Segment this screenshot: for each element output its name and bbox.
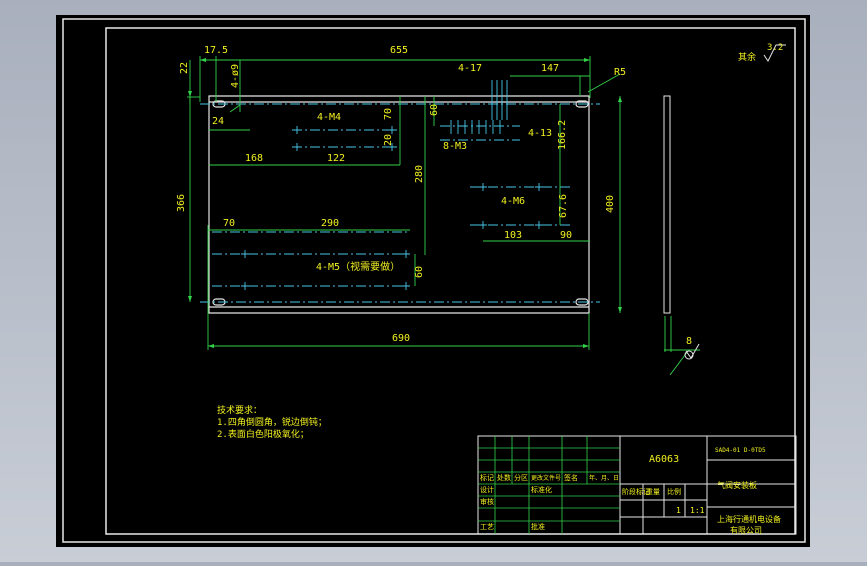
row-label-0: 标记 — [480, 473, 494, 482]
dim-90: 90 — [560, 230, 572, 241]
dim-366: 366 — [176, 194, 187, 212]
material: A6063 — [649, 454, 679, 465]
dim-60-lower: 60 — [414, 266, 425, 278]
cad-drawing-viewport: 17.5 655 22 4-ø9 4-17 147 R5 24 4-M4 60 … — [0, 0, 867, 562]
notes-line-1: 1.四角倒圆角，锐边倒钝； — [217, 416, 327, 428]
drawing-canvas: 17.5 655 22 4-ø9 4-17 147 R5 24 4-M4 60 … — [56, 15, 810, 547]
row-label-2: 分区 — [514, 473, 528, 482]
dim-20: 20 — [383, 134, 394, 146]
dim-22: 22 — [179, 62, 190, 74]
row-label-3: 更改文件号 — [531, 474, 561, 482]
dim-70-lower: 70 — [223, 218, 235, 229]
label-4-m6: 4-M6 — [501, 196, 525, 207]
dim-8: 8 — [686, 336, 692, 347]
label-4-m4: 4-M4 — [317, 112, 341, 123]
roughness-value: 3.2 — [767, 43, 783, 53]
roughness-text: 其余 — [738, 51, 756, 63]
scale: 1:1 — [690, 506, 705, 515]
dim-24: 24 — [212, 116, 224, 127]
dim-4-17: 4-17 — [458, 63, 482, 74]
left-label2-0: 标准化 — [531, 485, 552, 494]
row-label-5: 年、月、日 — [589, 474, 619, 482]
sheet-outer-border — [56, 15, 810, 547]
left-label2-1: 批准 — [531, 522, 545, 531]
dim-17-5: 17.5 — [204, 45, 228, 56]
dim-122: 122 — [327, 153, 345, 164]
dim-280: 280 — [414, 165, 425, 183]
dim-290: 290 — [321, 218, 339, 229]
company-line-2: 有限公司 — [730, 525, 762, 535]
label-4-13: 4-13 — [528, 128, 552, 139]
dim-103: 103 — [504, 230, 522, 241]
left-label-1: 审核 — [480, 497, 494, 506]
row-label-1: 处数 — [497, 473, 511, 482]
stage-label-2: 比例 — [667, 487, 681, 496]
stage-label-1: 重量 — [646, 488, 660, 496]
dim-166-2: 166.2 — [557, 120, 568, 150]
label-4-m5: 4-M5（视需要做） — [316, 260, 400, 273]
left-label-0: 设计 — [480, 485, 494, 494]
dim-147: 147 — [541, 63, 559, 74]
row-label-4: 签名 — [564, 473, 578, 482]
dim-690: 690 — [392, 333, 410, 344]
label-8-m3: 8-M3 — [443, 141, 467, 152]
dim-400: 400 — [605, 195, 616, 213]
quantity: 1 — [676, 506, 681, 515]
dim-4-phi9: 4-ø9 — [230, 64, 241, 88]
dim-60: 60 — [429, 104, 440, 116]
left-label-2: 工艺 — [480, 523, 494, 531]
drawing-number: SAD4-01 D-0TD5 — [715, 447, 766, 454]
company-line-1: 上海行通机电设备 — [717, 514, 781, 524]
dim-r5: R5 — [614, 67, 626, 78]
dim-168: 168 — [245, 153, 263, 164]
dim-655: 655 — [390, 45, 408, 56]
notes-line-2: 2.表面白色阳极氧化； — [217, 428, 309, 440]
notes-title: 技术要求： — [217, 404, 262, 416]
dim-70: 70 — [383, 108, 394, 120]
dim-67-6: 67.6 — [558, 194, 569, 218]
part-name: 气阀安装板 — [717, 480, 757, 490]
